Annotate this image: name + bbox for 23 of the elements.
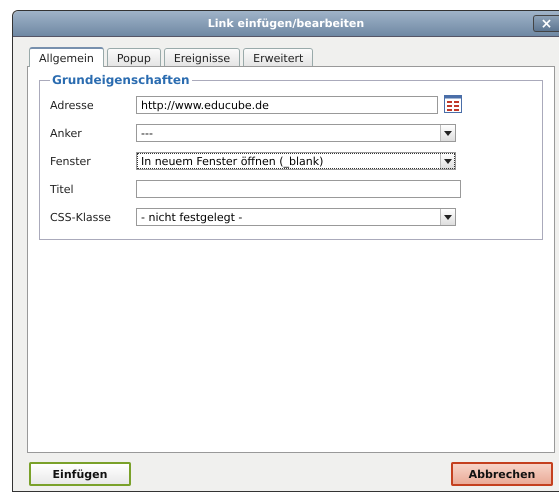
dropdown-arrow-icon (444, 214, 452, 220)
dropdown[interactable]: --- (136, 124, 456, 142)
dropdown[interactable]: In neuem Fenster öffnen (_blank) (136, 152, 456, 170)
tab[interactable]: Popup (106, 48, 161, 66)
cancel-button[interactable]: Abbrechen (451, 462, 553, 486)
field-label: Fenster (50, 154, 92, 168)
section-heading: Grundeigenschaften (51, 73, 191, 87)
input-field[interactable]: http://www.educube.de (136, 96, 438, 114)
list-icon[interactable] (444, 94, 462, 112)
field-label: Titel (50, 182, 75, 196)
field-label: Anker (50, 126, 83, 140)
tab[interactable]: Allgemein (29, 47, 104, 67)
close-button[interactable]: × (533, 15, 559, 32)
field-label: Adresse (50, 98, 95, 112)
field-label: CSS-Klasse (50, 210, 112, 224)
insert-button[interactable]: Einfügen (29, 462, 131, 486)
dropdown[interactable]: - nicht festgelegt - (136, 208, 456, 226)
dropdown-arrow-icon (444, 130, 452, 136)
input-field[interactable] (136, 180, 461, 198)
dropdown-arrow-icon (444, 158, 452, 164)
window-title: Link einfügen/bearbeiten (208, 17, 364, 30)
tab[interactable]: Erweitert (243, 48, 314, 66)
tab[interactable]: Ereignisse (164, 48, 240, 66)
